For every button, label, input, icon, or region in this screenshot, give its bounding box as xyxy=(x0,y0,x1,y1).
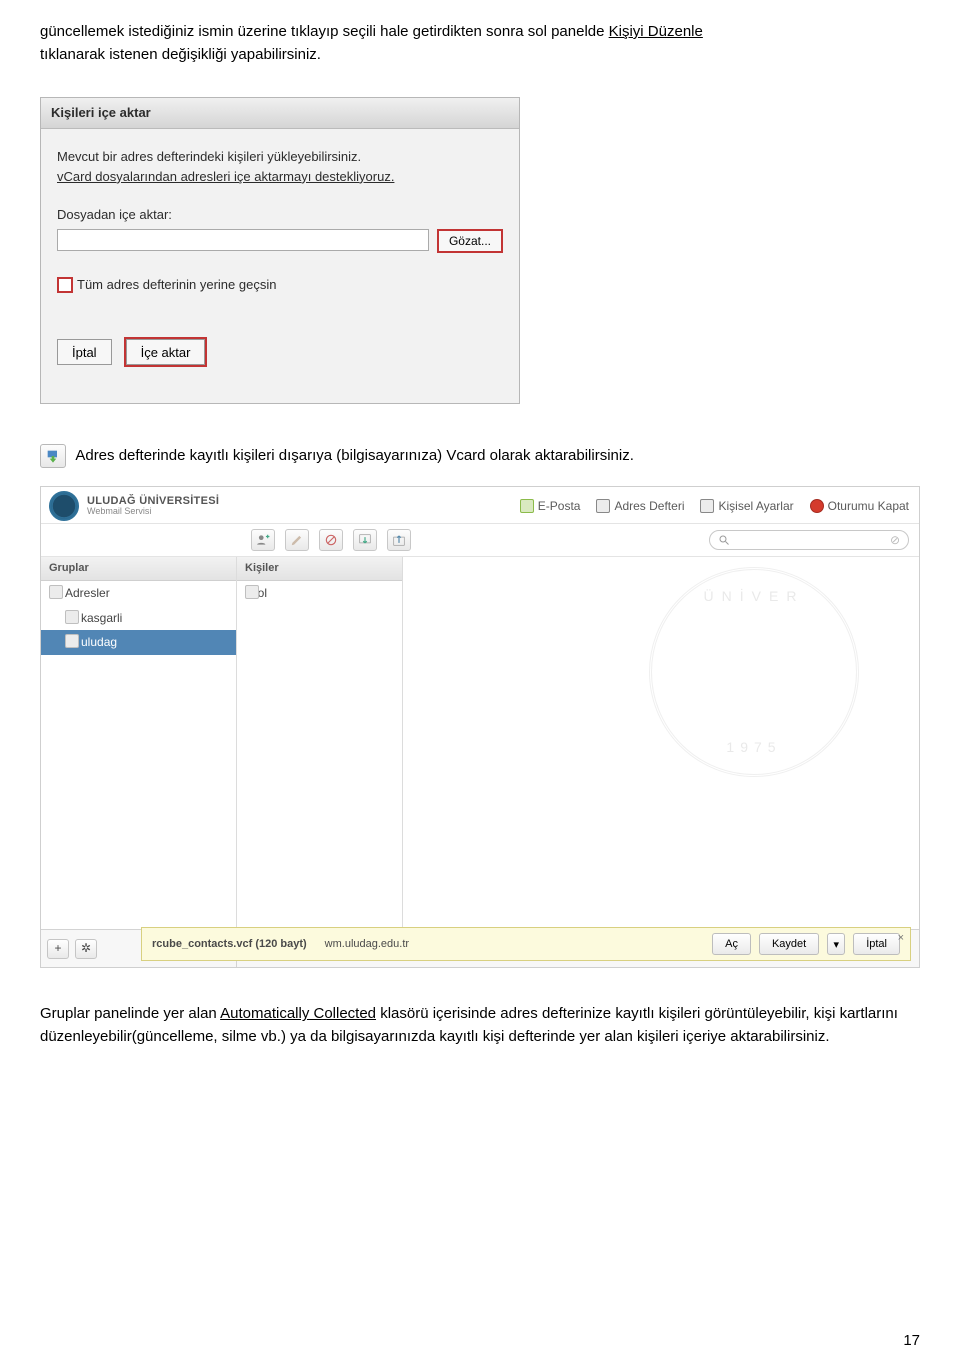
groups-header: Gruplar xyxy=(41,557,236,581)
watermark-bottom-text: 1975 xyxy=(652,737,856,759)
nav-email[interactable]: E-Posta xyxy=(520,497,581,516)
group-item-uludag[interactable]: uludag xyxy=(41,630,236,655)
nav-settings[interactable]: Kişisel Ayarlar xyxy=(700,497,793,516)
addressbook-icon xyxy=(596,499,610,513)
dialog-desc-1: Mevcut bir adres defterindeki kişileri y… xyxy=(57,147,503,167)
add-group-button[interactable]: + xyxy=(47,939,69,959)
download-save-more-button[interactable]: ▾ xyxy=(827,933,845,955)
cancel-button[interactable]: İptal xyxy=(57,339,112,365)
export-paragraph: Adres defterinde kayıtlı kişileri dışarı… xyxy=(40,444,920,468)
groups-panel: Gruplar Adresler kasgarli uludag xyxy=(41,557,237,967)
content-area: ÜNİVER 1975 xyxy=(403,557,919,967)
download-open-button[interactable]: Aç xyxy=(712,933,751,955)
page-number: 17 xyxy=(903,1329,920,1352)
brand-logo-icon xyxy=(49,491,79,521)
replace-label: Tüm adres defterinin yerine geçsin xyxy=(77,275,276,295)
clear-search-icon[interactable]: ⊘ xyxy=(890,531,900,550)
settings-icon xyxy=(700,499,714,513)
brand-subtitle: Webmail Servisi xyxy=(87,507,219,517)
dialog-desc-2: vCard dosyalarından adresleri içe aktarm… xyxy=(57,167,503,187)
export-button-tb[interactable] xyxy=(387,529,411,551)
search-icon xyxy=(718,534,730,546)
person-item[interactable]: erol xyxy=(237,581,402,606)
dialog-title: Kişileri içe aktar xyxy=(41,98,519,129)
import-contacts-dialog: Kişileri içe aktar Mevcut bir adres deft… xyxy=(40,97,520,405)
webmail-toolbar: ⊘ xyxy=(41,524,919,557)
watermark-top-text: ÜNİVER xyxy=(652,586,856,608)
group-settings-button[interactable]: ✲ xyxy=(75,939,97,959)
group-item-kasgarli[interactable]: kasgarli xyxy=(41,606,236,631)
group-item-addresses[interactable]: Adresler xyxy=(41,581,236,606)
trailing-paragraph: Gruplar panelinde yer alan Automatically… xyxy=(40,1002,920,1049)
download-cancel-button[interactable]: İptal xyxy=(853,933,900,955)
people-header: Kişiler xyxy=(237,557,402,581)
search-input[interactable] xyxy=(734,534,886,546)
add-contact-button[interactable] xyxy=(251,529,275,551)
import-button[interactable]: İçe aktar xyxy=(126,339,206,365)
logout-icon xyxy=(810,499,824,513)
browse-button[interactable]: Gözat... xyxy=(437,229,503,253)
search-box[interactable]: ⊘ xyxy=(709,530,909,550)
people-panel: Kişiler erol xyxy=(237,557,403,967)
replace-checkbox[interactable] xyxy=(57,277,73,293)
trailing-b: Automatically Collected xyxy=(220,1005,376,1022)
export-icon xyxy=(40,444,66,468)
intro-link-text: Kişiyi Düzenle xyxy=(609,23,703,40)
webmail-window: ULUDAĞ ÜNİVERSİTESİ Webmail Servisi E-Po… xyxy=(40,486,920,968)
import-button-tb[interactable] xyxy=(353,529,377,551)
download-host: wm.uludag.edu.tr xyxy=(325,936,409,953)
download-filename: rcube_contacts.vcf (120 bayt) xyxy=(152,936,307,953)
download-save-button[interactable]: Kaydet xyxy=(759,933,819,955)
file-label: Dosyadan içe aktar: xyxy=(57,205,503,225)
block-button[interactable] xyxy=(319,529,343,551)
trailing-a: Gruplar panelinde yer alan xyxy=(40,1005,220,1022)
compose-button[interactable] xyxy=(285,529,309,551)
export-text: Adres defterinde kayıtlı kişileri dışarı… xyxy=(75,447,634,464)
download-close-icon[interactable]: × xyxy=(898,930,904,947)
nav-logout[interactable]: Oturumu Kapat xyxy=(810,497,909,516)
mail-icon xyxy=(520,499,534,513)
file-input[interactable] xyxy=(57,229,429,251)
intro-text-a: güncellemek istediğiniz ismin üzerine tı… xyxy=(40,23,609,40)
download-bar: rcube_contacts.vcf (120 bayt) wm.uludag.… xyxy=(141,927,911,961)
nav-addressbook[interactable]: Adres Defteri xyxy=(596,497,684,516)
intro-text-b: tıklanarak istenen değişikliği yapabilir… xyxy=(40,46,321,63)
university-seal-watermark: ÜNİVER 1975 xyxy=(649,567,859,777)
webmail-header: ULUDAĞ ÜNİVERSİTESİ Webmail Servisi E-Po… xyxy=(41,487,919,524)
intro-paragraph: güncellemek istediğiniz ismin üzerine tı… xyxy=(40,20,920,67)
